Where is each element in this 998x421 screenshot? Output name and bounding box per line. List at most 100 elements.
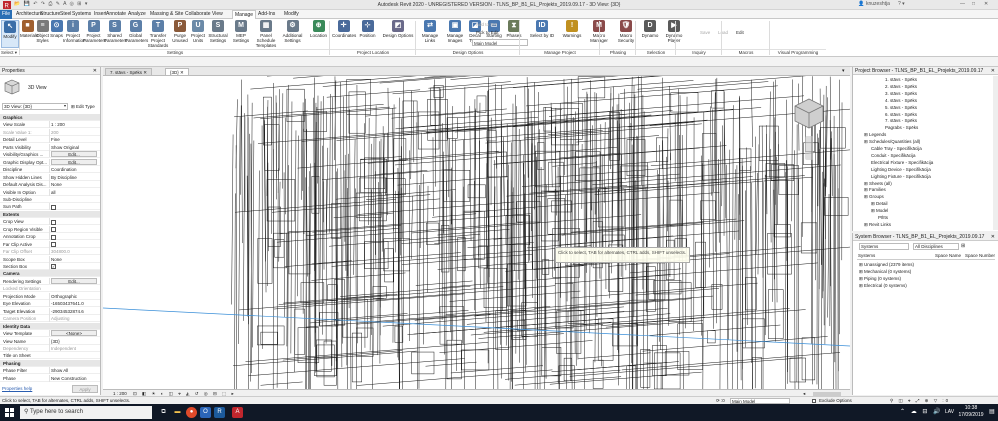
materials-button[interactable]: ■ Materials <box>20 20 38 48</box>
close-tab-icon[interactable]: ✕ <box>179 70 184 75</box>
design-options-button[interactable]: ◩ Design Options <box>380 20 416 48</box>
tab-modify[interactable]: Modify <box>282 10 301 19</box>
notifications-icon[interactable]: ▤ <box>989 408 995 415</box>
tab-collaborate[interactable]: Collaborate <box>183 10 213 19</box>
object-styles-button[interactable]: ≡ Object Styles <box>35 20 50 48</box>
property-value[interactable]: -29034532874.6 <box>49 307 97 315</box>
browser-scrollbar[interactable] <box>993 76 998 230</box>
properties-help-link[interactable]: Properties help <box>2 386 32 391</box>
column-settings-icon[interactable]: ⊞ <box>961 243 965 249</box>
property-value[interactable]: -16503437641.0 <box>49 300 97 308</box>
clock-time[interactable]: 10:38 <box>959 405 983 411</box>
help-icon[interactable]: ? ▾ <box>898 1 905 9</box>
system-row[interactable]: ⊞ Piping (0 systems) <box>859 275 901 282</box>
property-value[interactable]: Edit... <box>49 158 97 165</box>
property-section[interactable]: Identity Data <box>0 322 100 330</box>
property-section[interactable]: Graphics <box>0 114 100 121</box>
location-button[interactable]: ⊕ Location <box>305 20 332 48</box>
view-tab[interactable]: {3D} ✕ <box>165 68 189 76</box>
snaps-button[interactable]: ⊙ Snaps <box>50 20 63 48</box>
property-value[interactable] <box>49 240 97 248</box>
project-units-button[interactable]: U Project Units <box>190 20 206 48</box>
system-view-select[interactable]: Systems <box>859 243 909 250</box>
property-value[interactable]: {3D} <box>49 337 97 345</box>
tab-systems[interactable]: Systems <box>70 10 93 19</box>
tab-view[interactable]: View <box>210 10 225 19</box>
user-name[interactable]: knuzeshtja <box>866 1 890 9</box>
coordinates-button[interactable]: ✛ Coordinates <box>332 20 356 48</box>
property-value[interactable]: 200 <box>49 128 97 136</box>
manage-images-button[interactable]: ▣ Manage Images <box>444 20 466 48</box>
minimize-button[interactable]: — <box>960 1 965 9</box>
property-edit-button[interactable]: <None> <box>51 330 97 337</box>
purge-unused-button[interactable]: P Purge Unused <box>170 20 190 48</box>
system-row[interactable]: ⊞ Unassigned (2379 items) <box>859 261 914 268</box>
property-value[interactable] <box>49 233 97 241</box>
add-to-set-button[interactable]: Add to Set <box>476 21 497 28</box>
autocad-taskbar-icon[interactable]: A <box>232 407 243 418</box>
close-properties-icon[interactable]: ✕ <box>93 68 97 74</box>
position-button[interactable]: ⊹ Position <box>355 20 380 48</box>
close-tab-icon[interactable]: ✕ <box>142 70 147 75</box>
view-cube[interactable] <box>792 96 826 130</box>
modify-button[interactable]: ↖ Modify <box>1 20 19 48</box>
view-selector[interactable]: 3D View: {3D} <box>2 103 68 110</box>
tab-annotate[interactable]: Annotate <box>104 10 128 19</box>
save-button[interactable]: Save <box>700 29 710 36</box>
property-checkbox[interactable] <box>51 227 56 233</box>
chrome-icon[interactable]: ● <box>186 407 197 418</box>
close-button[interactable]: ✕ <box>984 1 988 9</box>
dynamo-player-button[interactable]: ▶ Dynamo Player <box>662 20 686 48</box>
column-header[interactable]: Space Name <box>935 253 961 258</box>
property-value[interactable]: <None> <box>49 330 97 337</box>
transfer-project-standards-button[interactable]: T Transfer Project Standards <box>146 20 170 48</box>
dynamo-button[interactable]: D Dynamo <box>638 20 662 48</box>
discipline-select[interactable]: All Disciplines <box>913 243 959 250</box>
tab-manage[interactable]: Manage <box>232 10 257 19</box>
property-value[interactable]: None <box>49 255 97 263</box>
chevron-down-icon[interactable]: ▾ <box>64 103 66 108</box>
property-section[interactable]: Extents <box>0 210 100 218</box>
load-button[interactable]: Load <box>718 29 728 36</box>
property-checkbox[interactable] <box>51 234 56 240</box>
project-parameters-button[interactable]: P Project Parameters <box>83 20 106 48</box>
windows-start-icon[interactable] <box>5 408 14 417</box>
file-explorer-icon[interactable]: ▬ <box>172 407 183 418</box>
property-value[interactable]: Show All <box>49 367 97 375</box>
project-information-button[interactable]: i Project Information <box>63 20 86 48</box>
property-value[interactable]: Edit... <box>49 277 97 284</box>
property-value[interactable]: New Construction <box>49 374 97 382</box>
property-value[interactable]: Coordination <box>49 166 97 174</box>
property-checkbox[interactable] <box>51 219 56 225</box>
property-value[interactable]: By Discipline <box>49 173 97 181</box>
3d-viewport[interactable] <box>103 76 850 389</box>
close-browser-icon[interactable]: ✕ <box>991 68 995 74</box>
column-header[interactable]: Systems <box>858 253 875 258</box>
tab-file[interactable]: File <box>0 10 13 19</box>
property-value[interactable]: Edit... <box>49 151 97 158</box>
edit-button[interactable]: Edit <box>736 29 744 36</box>
property-value[interactable]: None <box>49 181 97 189</box>
property-checkbox[interactable] <box>51 241 56 247</box>
browser-tree-item[interactable]: Pagrabs - Spēks <box>885 124 918 131</box>
close-system-browser-icon[interactable]: ✕ <box>991 234 995 240</box>
property-value[interactable] <box>49 225 97 233</box>
property-value[interactable]: Orthographic <box>49 292 97 300</box>
shared-parameters-button[interactable]: S Shared Parameters <box>104 20 127 48</box>
property-value[interactable]: Adjusting <box>49 315 97 323</box>
clock-date[interactable]: 17/09/2019 <box>955 412 987 418</box>
system-row[interactable]: ⊞ Mechanical (0 systems) <box>859 268 911 275</box>
property-edit-button[interactable]: Edit... <box>51 158 97 165</box>
select-by-id-button[interactable]: ID Select by ID <box>524 20 560 48</box>
property-value[interactable]: Fine <box>49 136 97 144</box>
property-section[interactable]: Camera <box>0 270 100 278</box>
panel-schedule-templates-button[interactable]: ▦ Panel Schedule Templates <box>252 20 280 48</box>
warnings-button[interactable]: ! Warnings <box>560 20 584 48</box>
additional-settings-button[interactable]: ⚙ Additional Settings <box>280 20 305 48</box>
apply-button[interactable]: Apply <box>72 385 98 393</box>
navigation-bar[interactable] <box>805 136 813 160</box>
property-edit-button[interactable]: Edit... <box>51 151 97 158</box>
manage-links-button[interactable]: ⇄ Manage Links <box>416 20 444 48</box>
property-value[interactable]: 304800.0 <box>49 248 97 256</box>
property-value[interactable]: Independent <box>49 344 97 352</box>
